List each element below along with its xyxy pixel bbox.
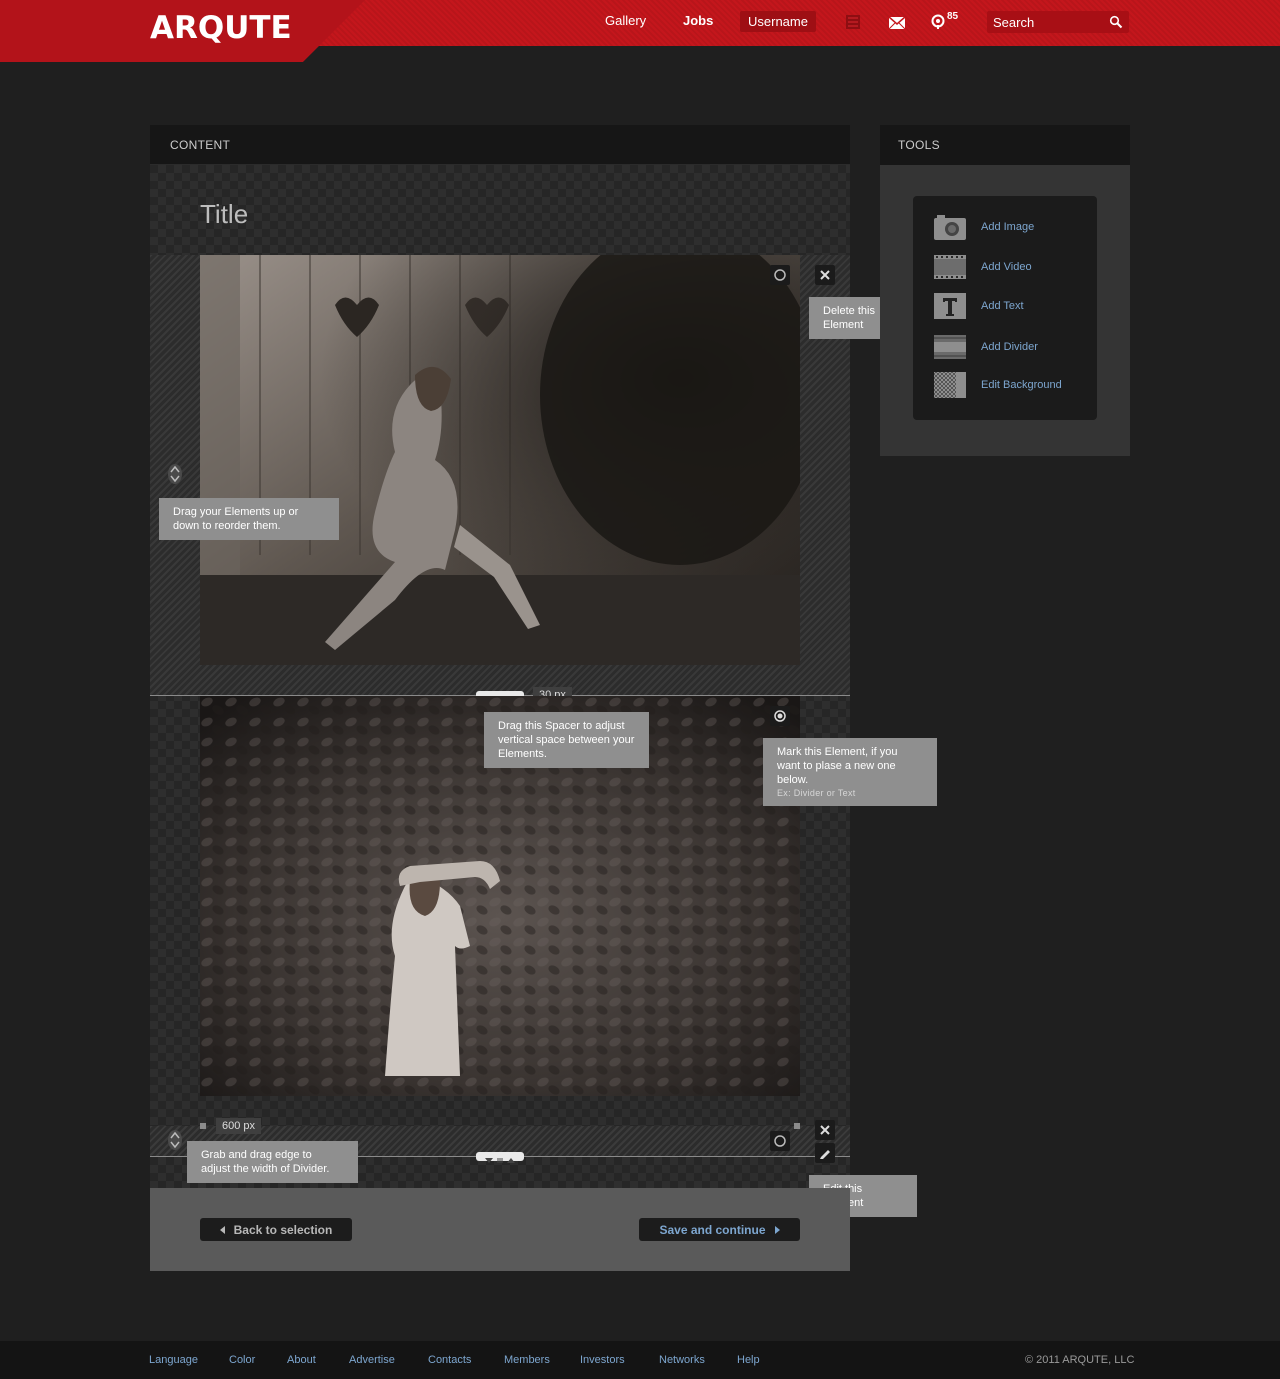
content-panel-header: CONTENT	[150, 125, 850, 165]
notifications-icon[interactable]	[930, 14, 946, 30]
logo[interactable]: ARQUTE	[150, 10, 292, 46]
nav-username[interactable]: Username	[740, 11, 816, 32]
tools-panel-header: TOOLS	[880, 125, 1130, 165]
divider-width-value: 600 px	[216, 1118, 262, 1134]
spacer-grip-handle[interactable]	[476, 1152, 524, 1163]
background-icon	[933, 371, 967, 399]
footer-link-help[interactable]: Help	[737, 1354, 760, 1366]
mark-element-button[interactable]	[770, 265, 790, 285]
drag-tooltip-text: Drag your Elements up or down to reorder…	[173, 506, 299, 532]
tool-add-divider[interactable]: Add Divider	[933, 333, 1083, 363]
search-box[interactable]	[987, 11, 1129, 33]
divider-left-edge-handle[interactable]	[200, 1123, 206, 1129]
nav-gallery[interactable]: Gallery	[605, 13, 646, 28]
arrow-left-icon	[219, 1225, 225, 1234]
save-and-continue-button[interactable]: Save and continue	[639, 1218, 800, 1241]
arrow-right-icon	[774, 1225, 780, 1234]
search-input[interactable]	[993, 14, 1103, 30]
image-element-1[interactable]	[200, 255, 800, 665]
divider-icon	[933, 333, 967, 361]
tool-add-text[interactable]: Add Text	[933, 292, 1083, 322]
tool-add-image[interactable]: Add Image	[933, 213, 1083, 243]
back-to-selection-button[interactable]: Back to selection	[200, 1218, 352, 1241]
tool-label: Add Text	[981, 300, 1024, 312]
footer-link-about[interactable]: About	[287, 1354, 316, 1366]
delete-element-button[interactable]	[815, 265, 835, 285]
tool-label: Add Divider	[981, 341, 1038, 353]
tool-add-video[interactable]: Add Video	[933, 253, 1083, 283]
delete-tooltip-text: Delete this Element	[823, 305, 875, 331]
portfolio-icon[interactable]	[845, 14, 861, 30]
page-title[interactable]: Title	[200, 199, 248, 230]
delete-element-button[interactable]	[815, 1120, 835, 1140]
tool-label: Add Video	[981, 261, 1032, 273]
footer-link-contacts[interactable]: Contacts	[428, 1354, 471, 1366]
mark-tooltip-hint: Ex: Divider or Text	[777, 788, 856, 798]
footer-link-advertise[interactable]: Advertise	[349, 1354, 395, 1366]
spacer-tooltip-text: Drag this Spacer to adjust vertical spac…	[498, 720, 635, 760]
content-heading: CONTENT	[170, 138, 231, 152]
mark-tooltip-text: Mark this Element, if you want to plase …	[777, 746, 898, 786]
footer-link-investors[interactable]: Investors	[580, 1354, 625, 1366]
mark-element-button-active[interactable]	[770, 706, 790, 726]
footer-link-members[interactable]: Members	[504, 1354, 550, 1366]
footer-link-color[interactable]: Color	[229, 1354, 255, 1366]
divider-tooltip: Grab and drag edge to adjust the width o…	[187, 1141, 358, 1183]
copyright: © 2011 ARQUTE, LLC	[1025, 1354, 1135, 1366]
text-icon	[933, 292, 967, 320]
camera-icon	[933, 213, 967, 241]
notification-count: 85	[947, 11, 959, 22]
drag-handle-icon[interactable]	[167, 1129, 183, 1151]
mark-element-button[interactable]	[770, 1131, 790, 1151]
divider-tooltip-text: Grab and drag edge to adjust the width o…	[201, 1149, 330, 1175]
save-button-label: Save and continue	[659, 1222, 766, 1237]
edit-element-button[interactable]	[815, 1143, 835, 1163]
mail-icon[interactable]	[888, 14, 906, 30]
drag-handle-icon[interactable]	[167, 463, 183, 485]
footer-link-networks[interactable]: Networks	[659, 1354, 705, 1366]
tool-label: Edit Background	[981, 379, 1062, 391]
nav-jobs[interactable]: Jobs	[683, 13, 713, 28]
search-icon[interactable]	[1109, 15, 1123, 29]
drag-tooltip: Drag your Elements up or down to reorder…	[159, 498, 339, 540]
back-button-label: Back to selection	[233, 1222, 333, 1237]
tool-edit-background[interactable]: Edit Background	[933, 371, 1083, 401]
film-icon	[933, 253, 967, 281]
mark-tooltip: Mark this Element, if you want to plase …	[763, 738, 937, 806]
spacer-tooltip: Drag this Spacer to adjust vertical spac…	[484, 712, 649, 768]
tools-heading: TOOLS	[898, 138, 940, 152]
tool-label: Add Image	[981, 221, 1035, 233]
divider-right-edge-handle[interactable]	[794, 1123, 800, 1129]
footer-link-language[interactable]: Language	[149, 1354, 198, 1366]
